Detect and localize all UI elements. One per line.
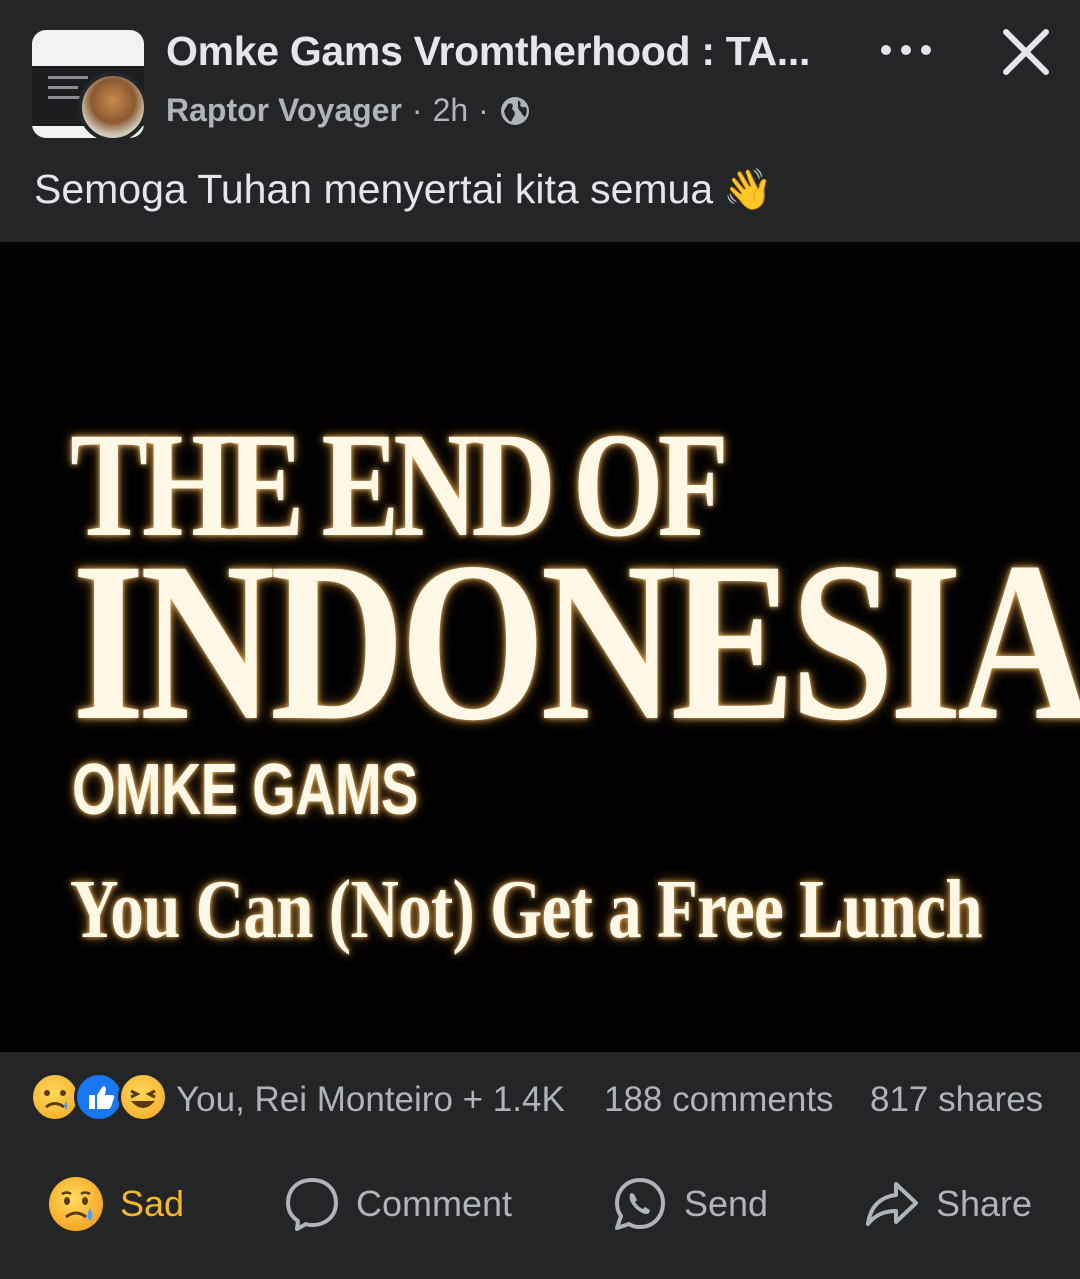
sad-icon xyxy=(30,1072,80,1122)
thumbnail-line xyxy=(48,76,88,79)
sad-face-icon xyxy=(49,1177,103,1231)
comments-count[interactable]: 188 comments xyxy=(604,1080,834,1120)
close-icon[interactable] xyxy=(1000,26,1052,78)
share-button[interactable]: Share xyxy=(864,1174,1032,1234)
reactors-text[interactable]: You, Rei Monteiro + 1.4K xyxy=(176,1080,565,1120)
post-header: Omke Gams Vromtherhood : TA... Raptor Vo… xyxy=(0,0,1080,242)
post-stats: You, Rei Monteiro + 1.4K 188 comments 81… xyxy=(0,1052,1080,1152)
image-title-line2: INDONESIA xyxy=(72,516,1080,768)
sad-reaction-button[interactable]: Sad xyxy=(48,1174,184,1234)
send-label: Send xyxy=(684,1183,769,1224)
send-button[interactable]: Send xyxy=(612,1174,768,1234)
waving-hand-emoji: 👋 xyxy=(723,168,773,212)
globe-icon xyxy=(500,96,529,125)
more-options-icon[interactable] xyxy=(876,30,936,70)
image-subtitle: OMKE GAMS xyxy=(72,750,418,830)
shares-count[interactable]: 817 shares xyxy=(870,1080,1043,1120)
reaction-summary[interactable] xyxy=(30,1072,170,1128)
meta-separator: · xyxy=(411,92,423,128)
like-icon xyxy=(74,1072,124,1122)
whatsapp-icon xyxy=(615,1178,665,1230)
post-image[interactable]: THE END OF INDONESIA OMKE GAMS You Can (… xyxy=(0,242,1080,1052)
post-time[interactable]: 2h xyxy=(433,92,469,129)
post-caption: Semoga Tuhan menyertai kita semua xyxy=(34,166,714,212)
haha-icon xyxy=(118,1072,168,1122)
thumbnail-line xyxy=(48,86,78,89)
comment-icon xyxy=(286,1178,338,1231)
action-bar: Sad Comment Send Share xyxy=(0,1152,1080,1279)
share-label: Share xyxy=(936,1183,1033,1224)
post-meta: Raptor Voyager · 2h · xyxy=(166,92,531,129)
author-name[interactable]: Raptor Voyager xyxy=(166,92,402,129)
comment-label: Comment xyxy=(356,1183,513,1224)
comment-button[interactable]: Comment xyxy=(284,1174,512,1234)
share-icon xyxy=(866,1182,918,1226)
post-text: Semoga Tuhan menyertai kita semua 👋 xyxy=(34,166,773,213)
sad-label: Sad xyxy=(120,1183,185,1224)
group-name[interactable]: Omke Gams Vromtherhood : TA... xyxy=(166,28,810,75)
meta-separator: · xyxy=(478,92,489,128)
image-tagline: You Can (Not) Get a Free Lunch xyxy=(70,863,983,956)
author-avatar[interactable] xyxy=(78,72,148,142)
